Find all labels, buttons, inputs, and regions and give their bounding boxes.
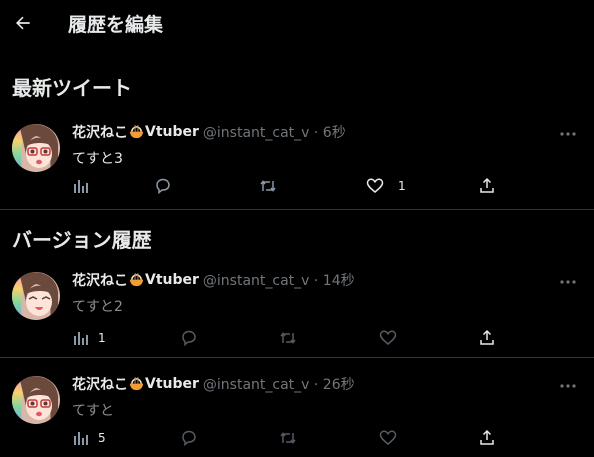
reply-button[interactable]	[180, 428, 198, 448]
tweet-text: てすと	[72, 403, 114, 419]
retweet-button[interactable]	[259, 176, 277, 196]
handle-and-time[interactable]: @instant_cat_v · 26秒	[203, 374, 355, 394]
tweet-actions: 1	[72, 176, 502, 196]
heart-icon	[379, 430, 397, 445]
version-history-heading: バージョン履歴	[12, 228, 152, 252]
heart-icon	[366, 178, 384, 193]
retweet-button[interactable]	[279, 328, 297, 348]
display-name[interactable]: 花沢ねこ	[72, 374, 128, 394]
tweet-actions: 1	[72, 328, 502, 348]
retweet-icon	[280, 432, 296, 444]
analytics-icon	[74, 180, 88, 193]
retweet-icon	[280, 332, 296, 344]
reply-icon	[182, 330, 196, 347]
more-button[interactable]	[558, 378, 578, 392]
avatar[interactable]	[12, 124, 60, 172]
tweet-text: てすと2	[72, 299, 123, 315]
reply-icon	[156, 178, 170, 195]
ramen-bowl-icon	[129, 376, 144, 390]
views-button[interactable]	[72, 176, 90, 196]
arrow-left-icon	[16, 16, 30, 30]
tweet-actions: 5	[72, 428, 502, 448]
tweet-meta: 花沢ねこ Vtuber @instant_cat_v · 14秒	[72, 270, 355, 290]
display-name-suffix[interactable]: Vtuber	[145, 272, 199, 288]
share-button[interactable]	[478, 328, 496, 348]
divider	[0, 209, 594, 210]
page-title: 履歴を編集	[68, 14, 164, 36]
more-button[interactable]	[558, 274, 578, 288]
display-name[interactable]: 花沢ねこ	[72, 270, 128, 290]
avatar[interactable]	[12, 376, 60, 424]
divider	[0, 357, 594, 358]
views-button[interactable]: 1	[72, 328, 106, 348]
reply-button[interactable]	[154, 176, 172, 196]
latest-tweet-heading: 最新ツイート	[12, 76, 132, 100]
retweet-button[interactable]	[279, 428, 297, 448]
views-button[interactable]: 5	[72, 428, 106, 448]
share-button[interactable]	[478, 428, 496, 448]
like-button[interactable]	[379, 328, 397, 348]
like-button[interactable]: 1	[366, 176, 406, 196]
share-icon	[480, 177, 494, 193]
tweet-meta: 花沢ねこ Vtuber @instant_cat_v · 6秒	[72, 122, 346, 142]
retweet-icon	[260, 180, 276, 192]
handle-and-time[interactable]: @instant_cat_v · 14秒	[203, 270, 355, 290]
analytics-icon	[74, 332, 88, 345]
back-button[interactable]	[12, 12, 34, 34]
more-icon	[560, 280, 576, 284]
views-count: 1	[98, 331, 106, 345]
views-count: 5	[98, 431, 106, 445]
reply-button[interactable]	[180, 328, 198, 348]
analytics-icon	[74, 432, 88, 445]
ramen-bowl-icon	[129, 124, 144, 138]
more-button[interactable]	[558, 126, 578, 140]
display-name[interactable]: 花沢ねこ	[72, 122, 128, 142]
heart-icon	[379, 330, 397, 345]
more-icon	[560, 132, 576, 136]
ramen-bowl-icon	[129, 272, 144, 286]
share-button[interactable]	[478, 176, 496, 196]
top-bar: 履歴を編集	[0, 0, 594, 48]
reply-icon	[182, 430, 196, 447]
more-icon	[560, 384, 576, 388]
tweet-meta: 花沢ねこ Vtuber @instant_cat_v · 26秒	[72, 374, 355, 394]
handle-and-time[interactable]: @instant_cat_v · 6秒	[203, 122, 346, 142]
display-name-suffix[interactable]: Vtuber	[145, 124, 199, 140]
share-icon	[480, 429, 494, 445]
tweet-text: てすと3	[72, 151, 123, 167]
like-button[interactable]	[379, 428, 397, 448]
display-name-suffix[interactable]: Vtuber	[145, 376, 199, 392]
like-count: 1	[398, 179, 406, 193]
avatar[interactable]	[12, 272, 60, 320]
share-icon	[480, 329, 494, 345]
